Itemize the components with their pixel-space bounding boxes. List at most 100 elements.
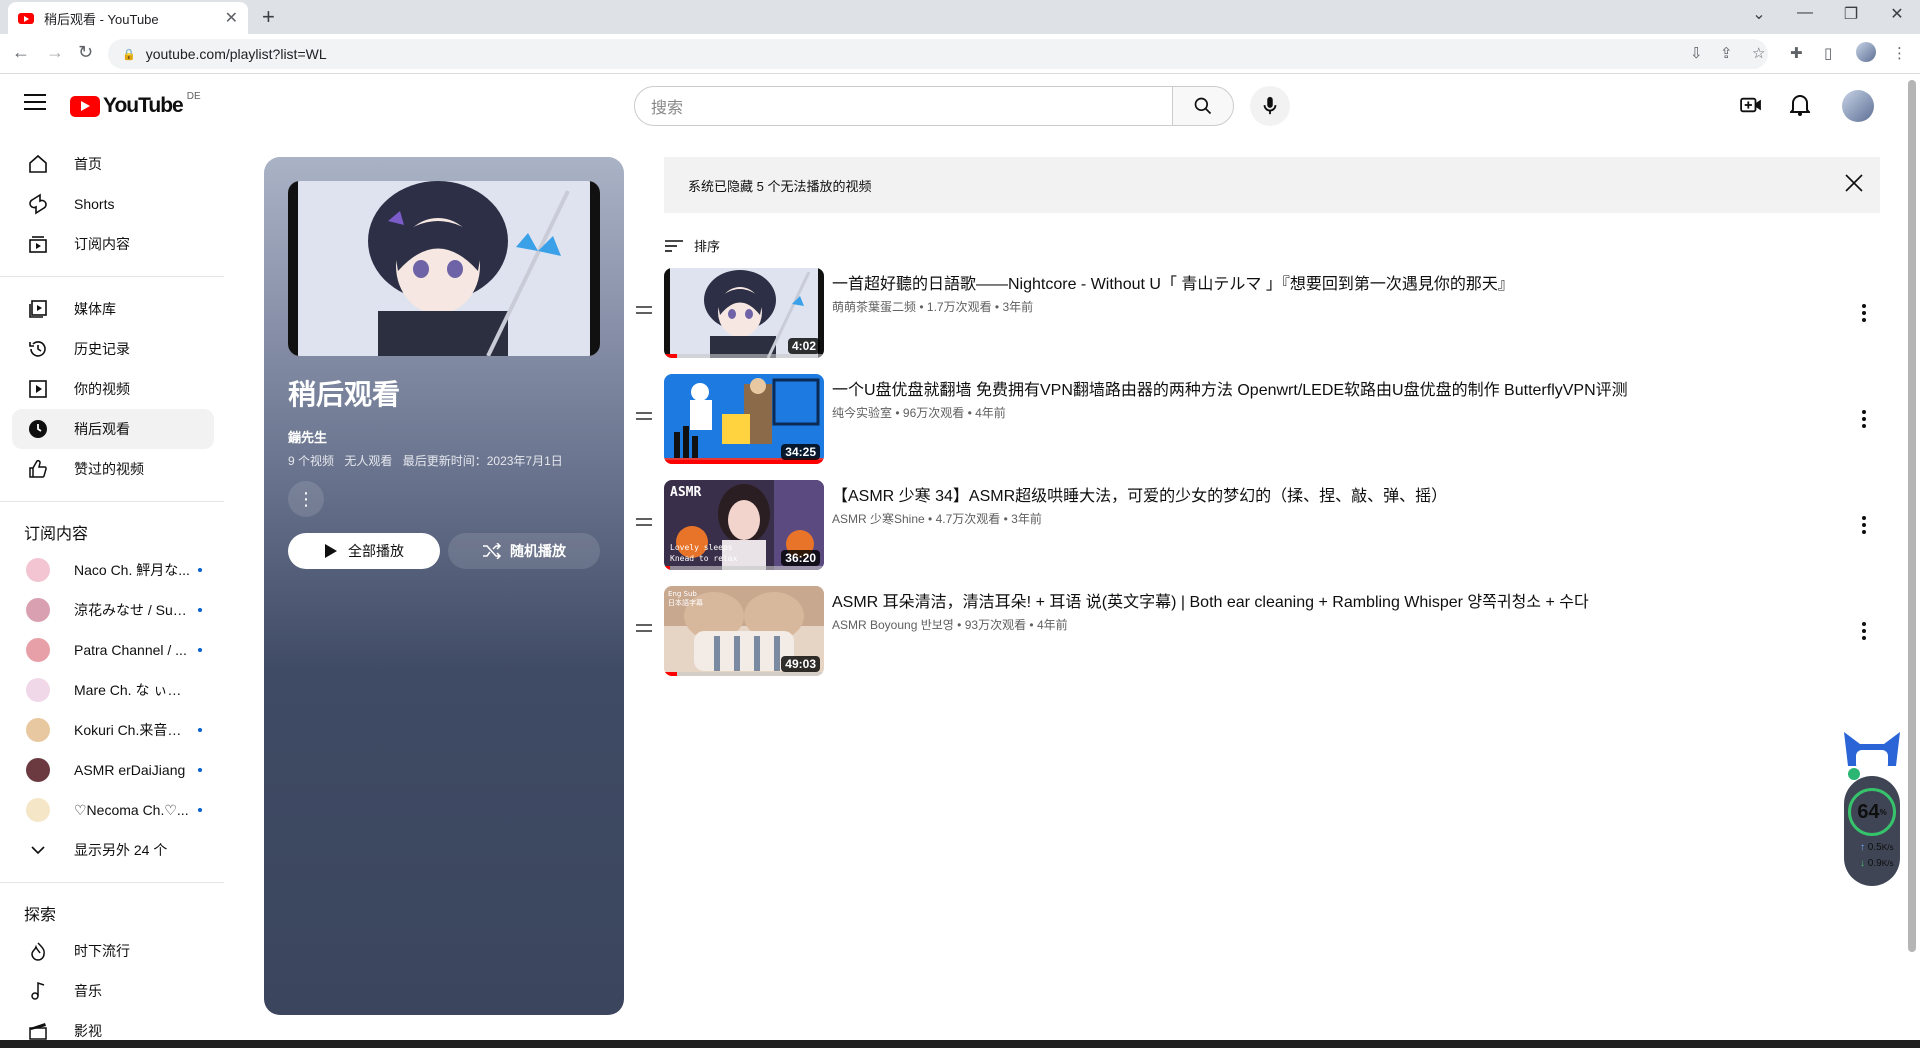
playlist-owner[interactable]: 鏰先生 — [288, 427, 327, 446]
browser-toolbar: ← → ↻ 🔒 youtube.com/playlist?list=WL ⇩ ⇪… — [0, 34, 1920, 74]
back-icon[interactable]: ← — [12, 42, 30, 63]
search-input[interactable]: 搜索 — [634, 86, 1174, 126]
video-channel[interactable]: ASMR 少寒Shine — [832, 512, 925, 526]
sidebar-item-subscriptions[interactable]: 订阅内容 — [12, 224, 214, 264]
browser-tab[interactable]: 稍后观看 - YouTube ✕ — [8, 2, 248, 34]
video-channel[interactable]: 萌萌茶葉蛋二频 — [832, 300, 916, 314]
close-window-button[interactable]: ✕ — [1874, 4, 1920, 24]
video-more-icon[interactable] — [1862, 516, 1866, 537]
youtube-logo[interactable]: YouTube DE — [70, 90, 201, 118]
drag-handle-icon[interactable] — [636, 518, 652, 530]
country-code: DE — [186, 90, 201, 102]
subscription-name: Kokuri Ch.来音こ... — [74, 722, 190, 738]
sidebar-item-your-videos[interactable]: 你的视频 — [12, 369, 214, 409]
sidebar-item-library[interactable]: 媒体库 — [12, 289, 214, 329]
video-thumbnail[interactable]: ASMR Lovely sleeps Knead to relax 36:20 — [664, 480, 824, 570]
liked-icon — [26, 457, 50, 481]
video-thumbnail[interactable]: 34:25 — [664, 374, 824, 464]
video-more-icon[interactable] — [1862, 622, 1866, 643]
playlist-video-row[interactable]: Eng Sub 日本語字幕 49:03 ASMR 耳朵清洁，清洁耳朵! + 耳语… — [634, 586, 1890, 686]
video-more-icon[interactable] — [1862, 304, 1866, 325]
drag-handle-icon[interactable] — [636, 412, 652, 424]
sidebar: 首页 Shorts 订阅内容 媒体库 历史记录 你的视频 稍后观看 赞过的视频 … — [0, 134, 226, 1048]
restore-button[interactable]: ❐ — [1828, 4, 1874, 24]
channel-avatar — [26, 678, 50, 702]
play-all-button[interactable]: 全部播放 — [288, 533, 440, 569]
home-icon — [26, 152, 50, 176]
video-title[interactable]: 一个U盘优盘就翻墙 免费拥有VPN翻墙路由器的两种方法 Openwrt/LEDE… — [832, 376, 1628, 400]
show-more-subscriptions[interactable]: 显示另外 24 个 — [12, 830, 214, 870]
share-icon[interactable]: ⇪ — [1720, 44, 1733, 62]
video-thumbnail[interactable]: Eng Sub 日本語字幕 49:03 — [664, 586, 824, 676]
chrome-menu-icon[interactable]: ⋮ — [1892, 44, 1907, 62]
tab-close-button[interactable]: ✕ — [225, 8, 238, 28]
playlist-video-row[interactable]: 4:02 一首超好聽的日語歌——Nightcore - Without U「 青… — [634, 268, 1890, 368]
subscription-item[interactable]: Mare Ch. な ぃとめ... — [12, 670, 214, 710]
playlist-video-row[interactable]: 34:25 一个U盘优盘就翻墙 免费拥有VPN翻墙路由器的两种方法 Openwr… — [634, 374, 1890, 474]
new-tab-button[interactable]: + — [262, 4, 275, 30]
address-bar[interactable]: 🔒 youtube.com/playlist?list=WL — [108, 39, 1768, 69]
shuffle-button[interactable]: 随机播放 — [448, 533, 600, 569]
trending-icon — [26, 939, 50, 963]
drag-handle-icon[interactable] — [636, 624, 652, 636]
lock-icon[interactable]: 🔒 — [122, 48, 136, 61]
menu-icon[interactable] — [24, 94, 46, 112]
create-video-icon[interactable] — [1740, 96, 1762, 119]
subscription-name: 涼花みなせ / Suz... — [74, 602, 190, 618]
install-app-icon[interactable]: ⇩ — [1690, 44, 1703, 62]
upload-speed: ↑ 0.5K/s — [1860, 842, 1894, 853]
video-channel[interactable]: 纯今实验室 — [832, 406, 892, 420]
cpu-percent-gauge: 64% — [1848, 788, 1896, 836]
playlist-thumbnail[interactable] — [288, 181, 600, 356]
subscription-item[interactable]: Kokuri Ch.来音こ... — [12, 710, 214, 750]
watch-progress-bar — [664, 354, 677, 358]
subscription-item[interactable]: ASMR erDaiJiang — [12, 750, 214, 790]
channel-avatar — [26, 758, 50, 782]
video-title[interactable]: 一首超好聽的日語歌——Nightcore - Without U「 青山テルマ … — [832, 270, 1514, 294]
tab-search-button[interactable]: ⌄ — [1736, 4, 1782, 24]
subscription-item[interactable]: Patra Channel / ... — [12, 630, 214, 670]
sidebar-item-liked-videos[interactable]: 赞过的视频 — [12, 449, 214, 489]
account-avatar[interactable] — [1842, 90, 1874, 122]
watch-later-icon — [26, 417, 50, 441]
subscriptions-heading: 订阅内容 — [24, 526, 89, 543]
search-button[interactable] — [1172, 86, 1234, 126]
reload-icon[interactable]: ↻ — [78, 42, 93, 63]
sidebar-item-watch-later[interactable]: 稍后观看 — [12, 409, 214, 449]
sort-button[interactable]: 排序 — [664, 236, 720, 255]
video-title[interactable]: ASMR 耳朵清洁，清洁耳朵! + 耳语 说(英文字幕) | Both ear … — [832, 588, 1589, 612]
subscription-item[interactable]: 涼花みなせ / Suz... — [12, 590, 214, 630]
video-more-icon[interactable] — [1862, 410, 1866, 431]
subscription-name: ASMR erDaiJiang — [74, 762, 186, 778]
side-panel-icon[interactable]: ▯ — [1824, 44, 1832, 62]
network-speed-widget[interactable]: 64% ↑ 0.5K/s ↓ 0.9K/s — [1840, 730, 1904, 886]
drag-handle-icon[interactable] — [636, 306, 652, 318]
close-icon[interactable] — [1844, 173, 1864, 196]
forward-icon[interactable]: → — [46, 42, 64, 63]
video-title[interactable]: 【ASMR 少寒 34】ASMR超级哄睡大法，可爱的少女的梦幻的（揉、捏、敲、弹… — [832, 482, 1447, 506]
minimize-button[interactable]: — — [1782, 4, 1828, 22]
subscription-name: Mare Ch. な ぃとめ... — [74, 682, 190, 698]
sidebar-item-music[interactable]: 音乐 — [12, 971, 214, 1011]
page-scrollbar[interactable] — [1908, 80, 1916, 952]
voice-search-button[interactable] — [1250, 86, 1290, 126]
playlist-more-button[interactable]: ⋮ — [288, 481, 324, 517]
video-thumbnail[interactable]: 4:02 — [664, 268, 824, 358]
sidebar-item-trending[interactable]: 时下流行 — [12, 931, 214, 971]
new-content-dot — [198, 808, 202, 812]
playlist-video-row[interactable]: ASMR Lovely sleeps Knead to relax 36:20 … — [634, 480, 1890, 580]
sidebar-item-shorts[interactable]: Shorts — [12, 184, 214, 224]
video-channel[interactable]: ASMR Boyoung 반보영 — [832, 618, 954, 632]
profile-avatar-icon[interactable] — [1856, 42, 1876, 62]
notifications-bell-icon[interactable] — [1788, 94, 1812, 121]
thumbnail-asmr-text: ASMR — [670, 485, 701, 500]
video-meta: ASMR 少寒Shine • 4.7万次观看 • 3年前 — [832, 512, 1042, 526]
sidebar-item-home[interactable]: 首页 — [12, 144, 214, 184]
sidebar-item-history[interactable]: 历史记录 — [12, 329, 214, 369]
subscription-item[interactable]: ♡Necoma Ch.♡... — [12, 790, 214, 830]
bookmark-star-icon[interactable]: ☆ — [1752, 44, 1765, 62]
new-content-dot — [198, 608, 202, 612]
subscription-item[interactable]: Naco Ch. 鮃月な... — [12, 550, 214, 590]
channel-avatar — [26, 718, 50, 742]
extensions-icon[interactable]: ✚ — [1790, 44, 1803, 62]
